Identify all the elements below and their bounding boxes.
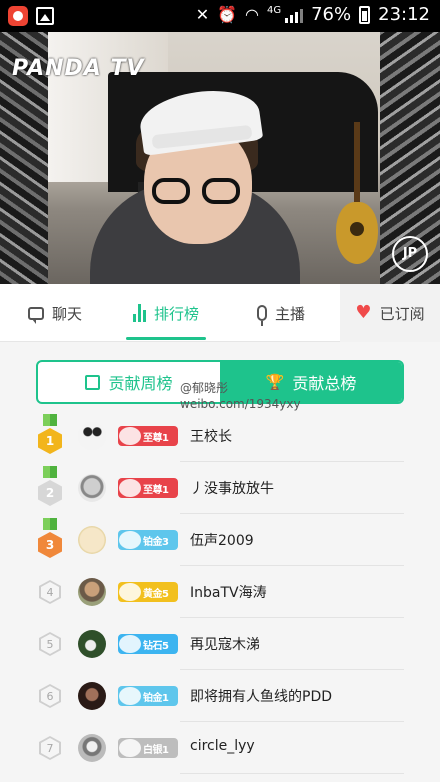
rank-medal-icon: 1 xyxy=(38,414,66,454)
panda-face-icon xyxy=(119,479,141,497)
username: 丿没事放放牛 xyxy=(190,481,274,497)
gallery-notification-icon xyxy=(36,7,54,25)
panda-face-icon xyxy=(119,583,141,601)
level-badge-text: 至尊1 xyxy=(143,484,169,496)
network-type: 4G xyxy=(266,5,282,16)
leaderboard-row[interactable]: 4 黄金5 InbaTV海涛 xyxy=(0,566,440,618)
rank-number: 6 xyxy=(46,689,54,703)
tab-ranking[interactable]: 排行榜 xyxy=(110,284,222,342)
rank-number: 2 xyxy=(45,486,55,500)
level-badge: 黄金5 xyxy=(118,582,178,602)
username: circle_lyy xyxy=(190,738,255,754)
battery-percent: 76% xyxy=(311,4,352,25)
level-badge-text: 铂金3 xyxy=(143,536,169,548)
avatar[interactable] xyxy=(78,422,106,450)
leaderboard-row[interactable]: 7 白银1 circle_lyy xyxy=(0,722,440,774)
level-badge-text: 铂金1 xyxy=(143,692,169,704)
username: 即将拥有人鱼线的PDD xyxy=(190,689,333,705)
rank-medal-icon: 3 xyxy=(38,518,66,558)
avatar[interactable] xyxy=(78,630,106,658)
tab-label: 已订阅 xyxy=(379,304,425,323)
leaderboard-row[interactable]: 3 铂金3 伍声2009 xyxy=(0,514,440,566)
clock: 23:12 xyxy=(378,4,430,25)
avatar[interactable] xyxy=(78,734,106,762)
rank-number: 4 xyxy=(46,585,54,599)
rank-number: 1 xyxy=(45,434,55,448)
tab-label: 排行榜 xyxy=(153,304,199,323)
username: 再见寇木涕 xyxy=(190,637,260,653)
username: InbaTV海涛 xyxy=(190,585,267,601)
panda-face-icon xyxy=(119,427,141,445)
tab-chat[interactable]: 聊天 xyxy=(0,284,110,342)
pandatv-logo: PANDA TV xyxy=(12,56,145,81)
panda-face-icon xyxy=(119,687,141,705)
total-label: 贡献总榜 xyxy=(292,374,357,393)
leaderboard-row[interactable]: 2 至尊1 丿没事放放牛 xyxy=(0,462,440,514)
rank-number: 3 xyxy=(45,538,55,552)
alarm-icon: ⏰ xyxy=(217,5,238,24)
level-badge: 至尊1 xyxy=(118,478,178,498)
tab-anchor[interactable]: 主播 xyxy=(222,284,340,342)
app-notification-icon xyxy=(8,6,28,26)
ranking-chart-icon xyxy=(132,304,146,322)
heart-icon: ♥ xyxy=(355,302,372,323)
watermark-user: @郁晓彤 xyxy=(180,381,229,395)
level-badge-text: 钻石5 xyxy=(143,640,169,652)
level-badge-text: 至尊1 xyxy=(143,432,169,444)
live-video-player[interactable]: PANDA TV JP xyxy=(0,32,440,284)
rank-hexagon-icon: 7 xyxy=(38,734,66,762)
tab-label: 聊天 xyxy=(51,304,82,323)
level-badge: 铂金3 xyxy=(118,530,178,550)
leaderboard-row[interactable]: 6 铂金1 即将拥有人鱼线的PDD xyxy=(0,670,440,722)
avatar[interactable] xyxy=(78,578,106,606)
level-badge: 白银1 xyxy=(118,738,178,758)
level-badge-text: 白银1 xyxy=(143,744,169,756)
username: 王校长 xyxy=(190,429,232,445)
panda-face-icon xyxy=(119,531,141,549)
avatar[interactable] xyxy=(78,526,106,554)
rank-number: 7 xyxy=(46,741,54,755)
signal-icon xyxy=(285,7,304,23)
panda-face-icon xyxy=(119,739,141,757)
leaderboard-list: 1 至尊1 王校长 2 至尊1 丿没事放放牛 3 铂金3 伍声2009 4 黄金… xyxy=(0,410,440,774)
weibo-watermark: @郁晓彤 weibo.com/1934yxy xyxy=(180,380,301,412)
tab-bar: 聊天 排行榜 主播 ♥ 已订阅 xyxy=(0,284,440,342)
level-badge: 钻石5 xyxy=(118,634,178,654)
rank-hexagon-icon: 5 xyxy=(38,630,66,658)
rank-medal-icon: 2 xyxy=(38,466,66,506)
mute-icon: ✕ xyxy=(195,5,210,24)
rank-hexagon-icon: 6 xyxy=(38,682,66,710)
level-badge: 至尊1 xyxy=(118,426,178,446)
panda-face-icon xyxy=(119,635,141,653)
level-badge-text: 黄金5 xyxy=(143,588,169,600)
rank-number: 5 xyxy=(46,637,54,651)
level-badge: 铂金1 xyxy=(118,686,178,706)
channel-badge: JP xyxy=(392,236,428,272)
tab-label: 主播 xyxy=(274,304,305,323)
weekly-label: 贡献周榜 xyxy=(108,374,173,393)
leaderboard-row[interactable]: 5 钻石5 再见寇木涕 xyxy=(0,618,440,670)
username: 伍声2009 xyxy=(190,533,254,549)
rank-hexagon-icon: 4 xyxy=(38,578,66,606)
calendar-icon xyxy=(85,374,101,390)
wifi-icon: ◠ xyxy=(245,5,259,24)
avatar[interactable] xyxy=(78,474,106,502)
leaderboard-row[interactable]: 1 至尊1 王校长 xyxy=(0,410,440,462)
microphone-icon xyxy=(256,305,267,326)
avatar[interactable] xyxy=(78,682,106,710)
status-bar: ✕ ⏰ ◠ 4G 76% 23:12 xyxy=(0,0,440,32)
subscribed-button[interactable]: ♥ 已订阅 xyxy=(340,284,440,342)
chat-icon xyxy=(27,306,44,324)
battery-icon xyxy=(359,5,371,24)
